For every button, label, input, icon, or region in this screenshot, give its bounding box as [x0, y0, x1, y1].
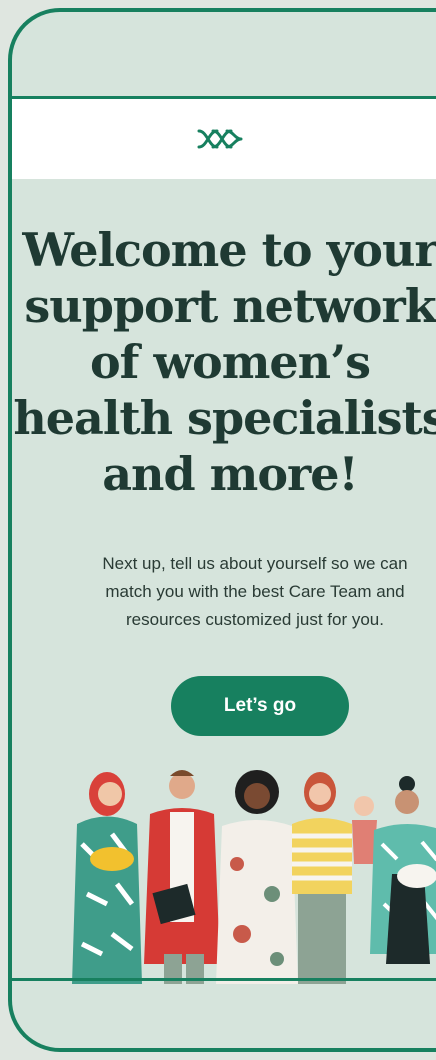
headline-line: of women’s: [89, 335, 371, 389]
phone-frame: Welcome to your support network of women…: [8, 8, 436, 1052]
headline-line: support network: [24, 279, 436, 333]
header-bar: [12, 96, 436, 179]
women-group-illustration-icon: [72, 770, 436, 984]
subtext-line: resources customized just for you.: [126, 610, 384, 629]
headline-line: Welcome to your: [22, 223, 436, 277]
lets-go-button[interactable]: Let’s go: [171, 676, 349, 736]
interlocking-loops-logo-icon: [197, 129, 243, 149]
bottom-divider: [12, 978, 436, 981]
welcome-subtext: Next up, tell us about yourself so we ca…: [60, 550, 436, 634]
headline-line: and more!: [102, 447, 358, 501]
subtext-line: match you with the best Care Team and: [105, 582, 405, 601]
welcome-headline: Welcome to your support network of women…: [12, 222, 436, 502]
headline-line: health specialists: [13, 391, 436, 445]
subtext-line: Next up, tell us about yourself so we ca…: [102, 554, 408, 573]
